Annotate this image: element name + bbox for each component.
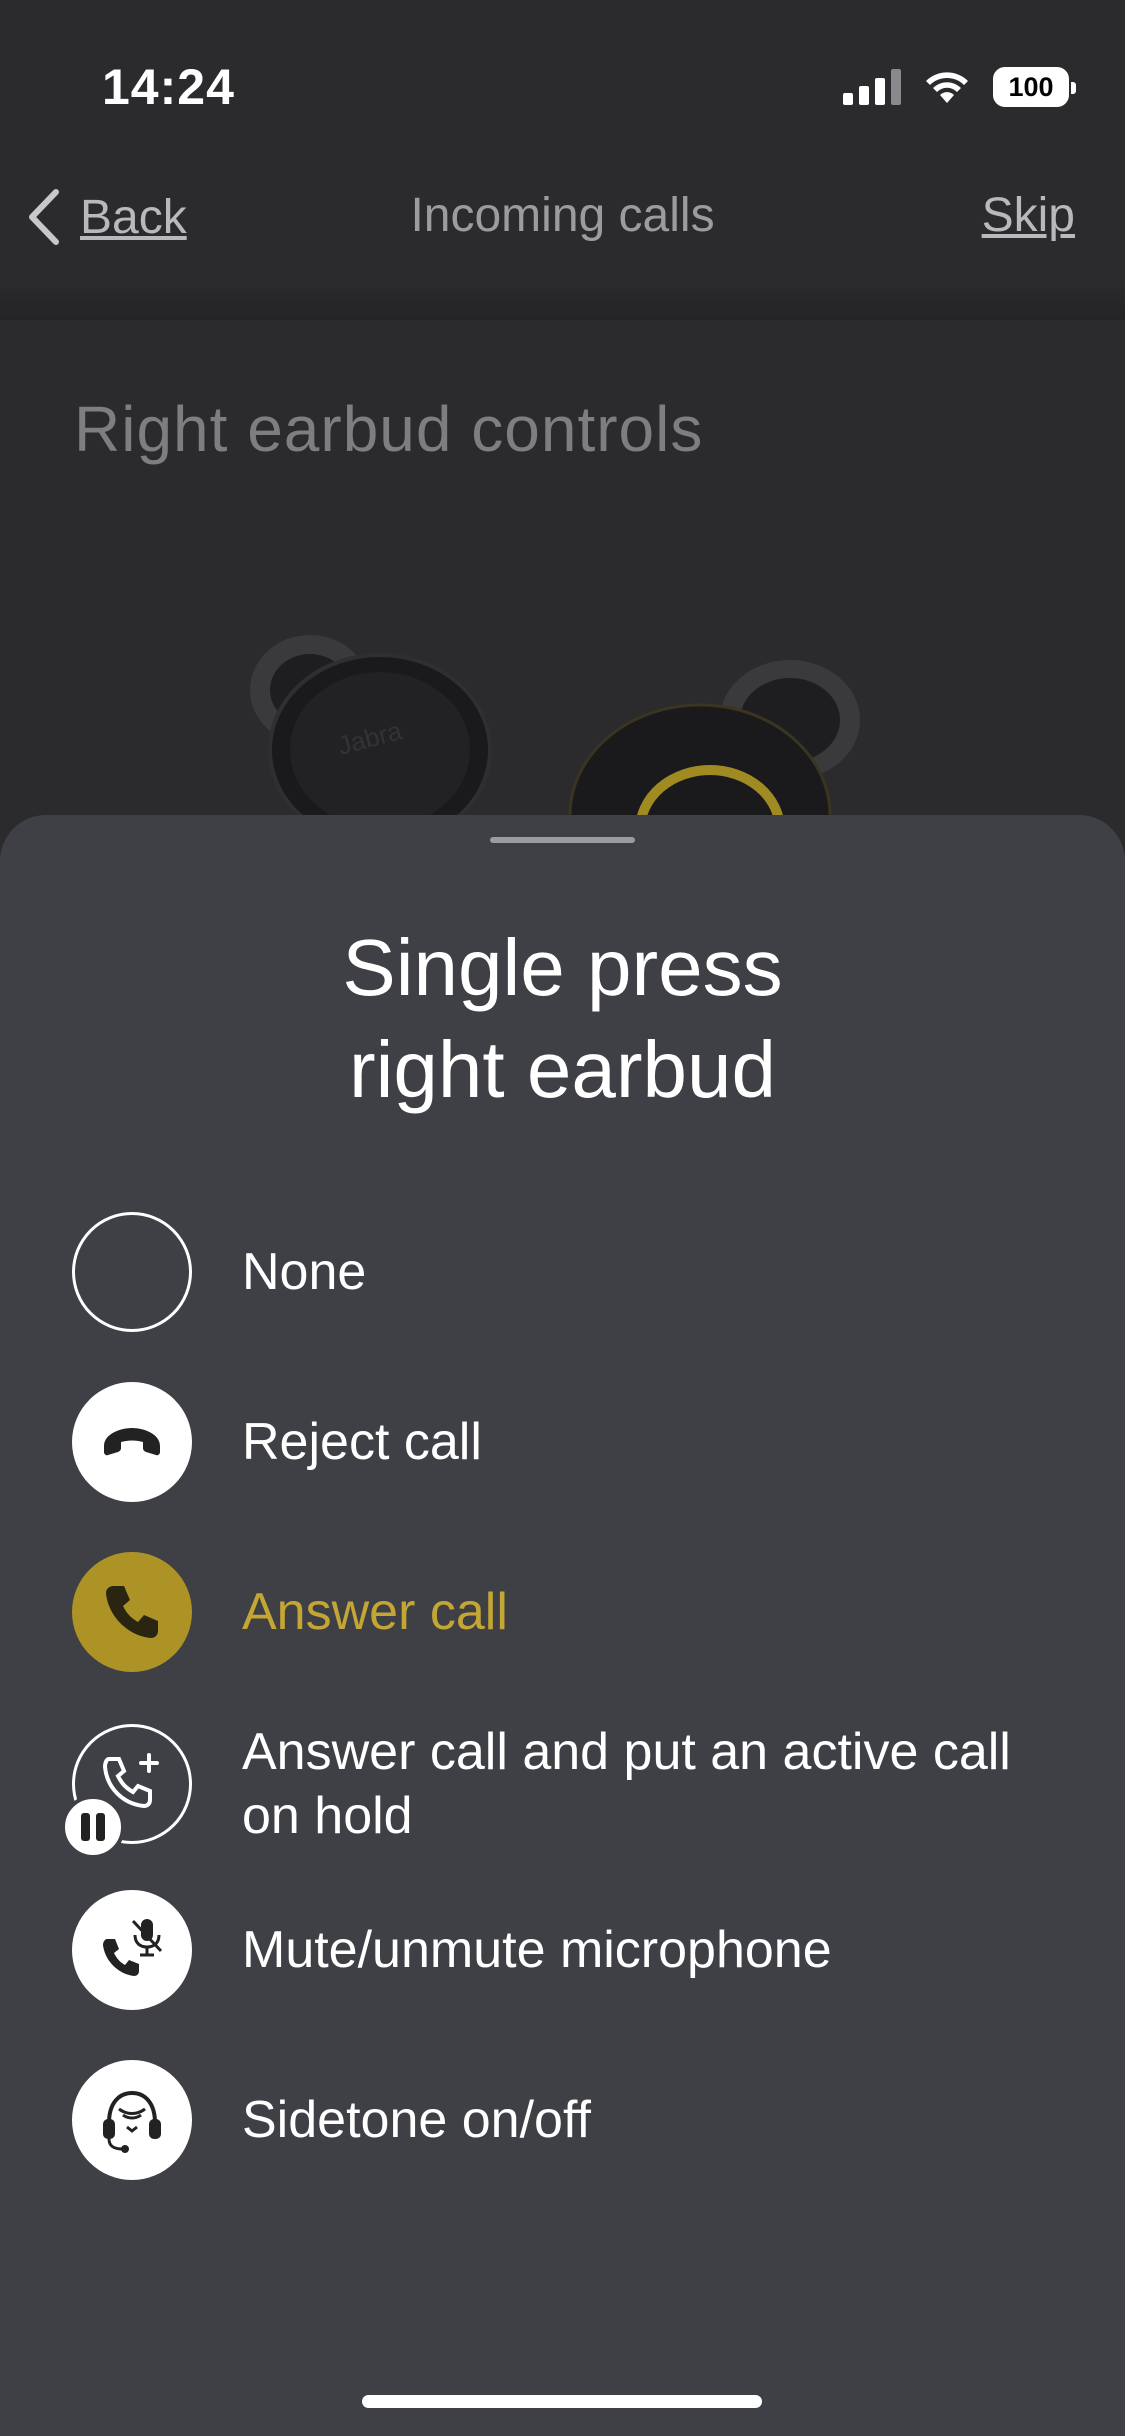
status-time: 14:24: [102, 59, 235, 115]
bottom-sheet: Single press right earbud None Reject ca…: [0, 815, 1125, 2436]
option-mute-microphone[interactable]: Mute/unmute microphone: [72, 1890, 1072, 2010]
wifi-icon: [926, 72, 968, 103]
phone-mic-icon: [72, 1890, 192, 2010]
option-label: None: [242, 1243, 367, 1301]
option-answer-and-hold[interactable]: Answer call and put an active call on ho…: [61, 1720, 1072, 1859]
cellular-signal-icon: [843, 69, 901, 105]
pause-icon: [61, 1795, 125, 1859]
phone-add-hold-icon: [61, 1724, 192, 1859]
phone-icon: [72, 1552, 192, 1672]
option-label: Answer call: [242, 1583, 508, 1641]
sheet-title-line-2: right earbud: [349, 1025, 776, 1114]
battery-level: 100: [1008, 71, 1054, 102]
empty-circle-icon: [72, 1212, 192, 1332]
option-label: Answer call and put an active call on ho…: [242, 1723, 1011, 1845]
option-label: Mute/unmute microphone: [242, 1921, 832, 1979]
status-bar: 14:24 100: [0, 0, 1125, 140]
option-reject-call[interactable]: Reject call: [72, 1382, 1072, 1502]
nav-divider: [0, 280, 1125, 320]
option-answer-call[interactable]: Answer call: [72, 1552, 1072, 1672]
hang-up-phone-icon: [72, 1382, 192, 1502]
option-label: Sidetone on/off: [242, 2091, 591, 2149]
section-title: Right earbud controls: [74, 393, 704, 465]
home-indicator[interactable]: [362, 2395, 762, 2408]
option-none[interactable]: None: [72, 1212, 1072, 1332]
status-icons: 100: [843, 62, 1076, 112]
option-label: Reject call: [242, 1413, 482, 1471]
option-sidetone[interactable]: Sidetone on/off: [72, 2060, 1072, 2180]
page-title: Incoming calls: [410, 189, 715, 242]
headset-sidetone-icon: [72, 2060, 192, 2180]
skip-button[interactable]: Skip: [982, 188, 1075, 243]
sheet-title-line-1: Single press: [342, 923, 783, 1012]
battery-icon: 100: [993, 67, 1076, 107]
sheet-title: Single press right earbud: [0, 917, 1125, 1121]
navigation-bar: Back Incoming calls Skip: [0, 150, 1125, 280]
sheet-grabber[interactable]: [490, 837, 635, 843]
